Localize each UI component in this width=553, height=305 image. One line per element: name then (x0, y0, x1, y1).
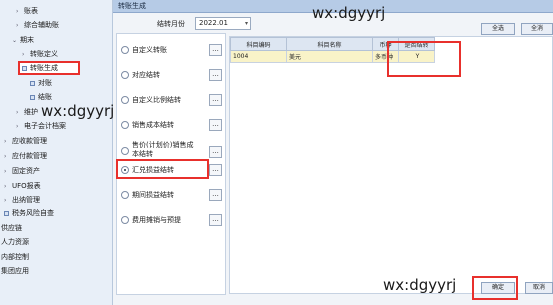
option-period-profit-loss[interactable]: 期间损益结转 ... (117, 187, 225, 211)
watermark-text: wx:dgyyrj (312, 4, 386, 22)
nav-item-hr[interactable]: 人力资源 (1, 236, 29, 248)
watermark-text: wx:dgyyrj (383, 276, 457, 294)
nav-item-internal-control[interactable]: 内部控制 (1, 251, 29, 263)
nav-item-fixed-assets[interactable]: › 固定资产 (4, 165, 40, 177)
nav-item-label: UFO报表 (12, 182, 41, 190)
navigation-sidebar: › 账表 › 综合辅助账 ⌄ 期末 › 转账定义 转账生成 对账 结账 › 维护 › 电子会… (0, 0, 113, 305)
option-custom-transfer[interactable]: 自定义转账 ... (117, 42, 225, 66)
radio-button[interactable] (121, 216, 129, 224)
nav-item-label: 应付款管理 (12, 152, 47, 160)
period-select[interactable]: 2022.01 ▾ (195, 17, 251, 30)
chevron-right-icon: › (16, 123, 19, 130)
option-label: 自定义比例结转 (132, 96, 181, 104)
chevron-down-icon: ⌄ (12, 37, 18, 44)
chevron-right-icon: › (16, 8, 19, 15)
highlight-exchange-option (116, 159, 209, 179)
ellipsis-button[interactable]: ... (209, 44, 222, 56)
page-icon (4, 210, 9, 216)
period-value: 2022.01 (199, 19, 228, 27)
option-label: 自定义转账 (132, 46, 167, 54)
nav-item-label: 转账定义 (30, 50, 58, 58)
nav-item-ufo-reports[interactable]: › UFO报表 (4, 180, 41, 192)
nav-item-supply-chain[interactable]: 供应链 (1, 222, 22, 234)
chevron-right-icon: › (4, 138, 7, 145)
chevron-right-icon: › (4, 153, 7, 160)
nav-item-label: 维护 (24, 108, 38, 116)
page-icon (30, 80, 35, 86)
option-label: 期间损益结转 (132, 191, 174, 199)
column-header[interactable]: 科目名称 (286, 37, 373, 51)
radio-button[interactable] (121, 71, 129, 79)
nav-item-receivables[interactable]: › 应收款管理 (4, 135, 47, 147)
nav-item-tax-risk[interactable]: 税务风险自查 (4, 207, 54, 219)
radio-button[interactable] (121, 46, 129, 54)
nav-item-label: 出纳管理 (12, 196, 40, 204)
nav-item-cashier[interactable]: › 出纳管理 (4, 194, 40, 206)
nav-item-transfer-definition[interactable]: › 转账定义 (22, 48, 58, 60)
period-label: 结转月份 (157, 20, 185, 28)
nav-item-label: 集团应用 (1, 267, 29, 275)
nav-item-label: 内部控制 (1, 253, 29, 261)
cell-account-code[interactable]: 1004 (230, 50, 287, 63)
nav-item-label: 税务风险自查 (12, 209, 54, 217)
nav-item-label: 电子会计档案 (24, 122, 66, 130)
nav-item-label: 结账 (38, 93, 52, 101)
ellipsis-button[interactable]: ... (209, 69, 222, 81)
chevron-right-icon: › (4, 183, 7, 190)
nav-item-transfer-generation[interactable]: 转账生成 (18, 61, 80, 75)
cancel-button[interactable]: 取消 (525, 282, 553, 294)
ellipsis-button[interactable]: ... (209, 146, 222, 158)
highlight-transfer-flag (387, 41, 461, 77)
radio-button[interactable] (121, 147, 129, 155)
nav-item-label: 供应链 (1, 224, 22, 232)
highlight-confirm-button (472, 276, 518, 300)
radio-button[interactable] (121, 191, 129, 199)
transfer-generation-dialog: 转账生成 结转月份 2022.01 ▾ 自定义转账 ... 对应结转 ... 自… (113, 0, 553, 305)
chevron-right-icon: › (4, 197, 7, 204)
nav-item-label: 账表 (24, 7, 38, 15)
nav-item-label: 期末 (20, 36, 34, 44)
option-expense-amortization[interactable]: 费用摊销与预提 ... (117, 212, 225, 236)
nav-item-aux-ledger[interactable]: › 综合辅助账 (16, 19, 59, 31)
chevron-down-icon: ▾ (244, 20, 248, 27)
option-label: 销售成本结转 (132, 121, 174, 129)
option-label: 售价(计划价)销售成本结转 (132, 141, 194, 158)
option-custom-ratio[interactable]: 自定义比例结转 ... (117, 92, 225, 116)
radio-button[interactable] (121, 121, 129, 129)
nav-item-label: 应收款管理 (12, 137, 47, 145)
ellipsis-button[interactable]: ... (209, 164, 222, 176)
nav-item-reports[interactable]: › 账表 (16, 5, 38, 17)
ellipsis-button[interactable]: ... (209, 189, 222, 201)
chevron-right-icon: › (22, 51, 25, 58)
nav-item-maintenance[interactable]: › 维护 (16, 106, 38, 118)
chevron-right-icon: › (16, 109, 19, 116)
deselect-all-button[interactable]: 全消 (521, 23, 553, 35)
nav-item-e-archive[interactable]: › 电子会计档案 (16, 120, 66, 132)
column-header[interactable]: 科目编码 (230, 37, 287, 51)
option-label: 对应结转 (132, 71, 160, 79)
page-icon (22, 65, 27, 71)
nav-item-reconcile[interactable]: 对账 (30, 77, 52, 89)
page-icon (30, 94, 35, 100)
chevron-right-icon: › (4, 168, 7, 175)
select-all-button[interactable]: 全选 (481, 23, 515, 35)
ellipsis-button[interactable]: ... (209, 214, 222, 226)
watermark-text: wx:dgyyrj (41, 102, 115, 120)
nav-item-label: 综合辅助账 (24, 21, 59, 29)
option-corresponding-transfer[interactable]: 对应结转 ... (117, 67, 225, 91)
nav-item-label: 固定资产 (12, 167, 40, 175)
nav-item-label: 人力资源 (1, 238, 29, 246)
nav-item-period-end[interactable]: ⌄ 期末 (12, 34, 34, 46)
nav-item-payables[interactable]: › 应付款管理 (4, 150, 47, 162)
radio-button[interactable] (121, 96, 129, 104)
chevron-right-icon: › (16, 22, 19, 29)
option-label: 费用摊销与预提 (132, 216, 181, 224)
ellipsis-button[interactable]: ... (209, 119, 222, 131)
nav-item-group[interactable]: 集团应用 (1, 265, 29, 277)
nav-item-label: 转账生成 (30, 64, 58, 72)
cell-account-name[interactable]: 美元 (286, 50, 373, 63)
ellipsis-button[interactable]: ... (209, 94, 222, 106)
nav-item-label: 对账 (38, 79, 52, 87)
